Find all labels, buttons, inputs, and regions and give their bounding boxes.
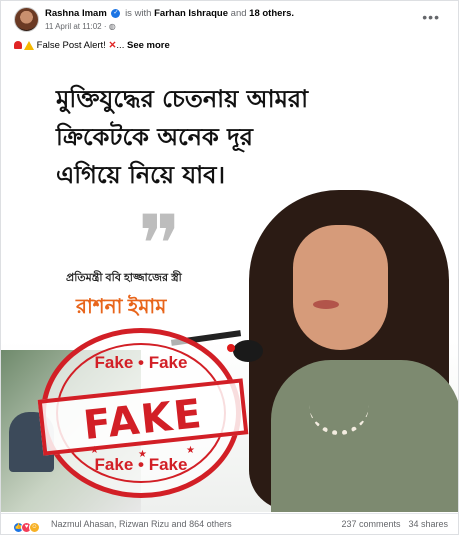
cross-mark-icon: ✕ bbox=[108, 40, 117, 51]
woman-lips bbox=[313, 300, 339, 309]
post-header: Rashna Imam ✓ is with Farhan Ishraque an… bbox=[1, 1, 458, 35]
author-avatar[interactable] bbox=[14, 7, 39, 32]
post-caption: False Post Alert! ✕... See more bbox=[14, 40, 170, 51]
post-meta: 11 April at 11:02 · ◍ bbox=[45, 22, 116, 31]
verified-badge-icon: ✓ bbox=[111, 8, 121, 18]
tagged-others-link[interactable]: 18 others. bbox=[249, 8, 294, 19]
headline-line-2: ক্রিকেটকে অনেক দূর bbox=[56, 123, 253, 151]
author-name[interactable]: Rashna Imam bbox=[45, 8, 107, 19]
and-text: and bbox=[230, 8, 247, 19]
shares-count[interactable]: 34 shares bbox=[408, 519, 448, 529]
engagement-counts: 237 comments 34 shares bbox=[341, 519, 448, 529]
stamp-bottom-text: Fake • Fake bbox=[94, 455, 188, 474]
author-line: Rashna Imam ✓ is with Farhan Ishraque an… bbox=[45, 8, 294, 19]
headline-line-3: এগিয়ে নিয়ে যাব। bbox=[56, 161, 226, 189]
post-image[interactable]: মুক্তিযুদ্ধের চেতনায় আমরা ক্রিকেটকে অনে… bbox=[1, 60, 458, 512]
tagged-person[interactable]: Farhan Ishraque bbox=[154, 8, 228, 19]
headline-line-1: মুক্তিযুদ্ধের চেতনায় আমরা bbox=[56, 85, 309, 113]
post-footer: 👍 ♥ ☺ Nazmul Ahasan, Rizwan Rizu and 864 o… bbox=[1, 513, 458, 535]
fake-stamp: Fake • Fake FAKE ★ ★ ★ Fake • Fake bbox=[37, 328, 249, 498]
see-more-link[interactable]: See more bbox=[127, 40, 170, 51]
with-text: is with bbox=[125, 8, 152, 19]
microphone-light bbox=[227, 344, 235, 352]
image-subtitle: প্রতিমন্ত্রী ববি হাজ্জাজের স্ত্রী bbox=[66, 272, 182, 284]
globe-icon: ◍ bbox=[108, 22, 116, 31]
reactors-summary[interactable]: Nazmul Ahasan, Rizwan Rizu and 864 other… bbox=[51, 519, 232, 529]
care-reaction-icon: ☺ bbox=[29, 522, 40, 534]
post-timestamp[interactable]: 11 April at 11:02 bbox=[45, 22, 102, 31]
woman-body bbox=[271, 360, 458, 512]
more-options-icon[interactable]: ••• bbox=[422, 9, 440, 25]
siren-icon bbox=[14, 41, 22, 50]
reaction-icons[interactable]: 👍 ♥ ☺ bbox=[13, 519, 40, 534]
stamp-top-text: Fake • Fake bbox=[94, 353, 188, 372]
image-name: রাশনা ইমাম bbox=[76, 296, 167, 318]
microphone-icon bbox=[233, 340, 263, 362]
image-headline: মুক্তিযুদ্ধের চেতনায় আমরা ক্রিকেটকে অনে… bbox=[56, 80, 386, 194]
comments-count[interactable]: 237 comments bbox=[341, 519, 400, 529]
woman-face bbox=[293, 225, 388, 350]
warning-icon bbox=[24, 40, 34, 50]
caption-text: False Post Alert! bbox=[36, 40, 106, 51]
facebook-post: Rashna Imam ✓ is with Farhan Ishraque an… bbox=[0, 0, 459, 535]
